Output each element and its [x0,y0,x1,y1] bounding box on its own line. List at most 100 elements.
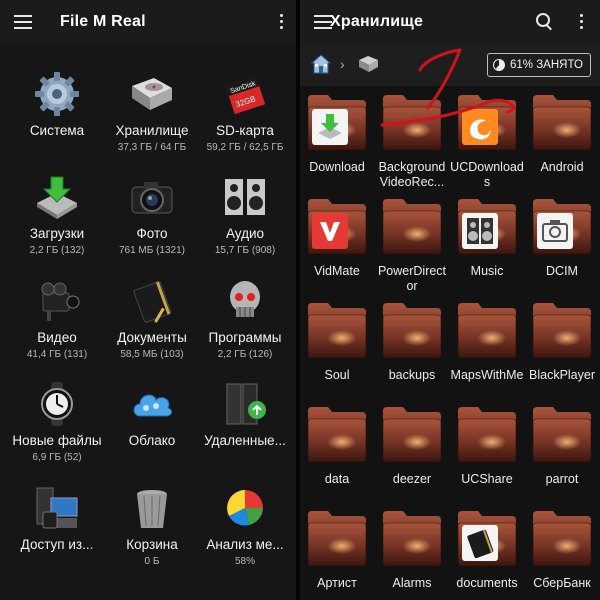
breadcrumb-separator-icon: › [340,56,345,72]
category-7[interactable]: Видео 41,4 ГБ (131) [9,277,105,377]
folder-item[interactable]: deezer [375,405,449,509]
devices-icon [33,484,81,532]
category-name: SD-карта [216,123,274,138]
watch-icon [33,380,81,428]
category-14[interactable]: Корзина 0 Б [104,484,200,584]
folder-label: СберБанк [533,576,591,590]
pie-chart-icon [221,484,269,532]
folder-item[interactable]: UCShare [450,405,524,509]
category-size: 58% [234,556,255,567]
network-icon [221,380,269,428]
folder-item[interactable]: parrot [525,405,599,509]
storage-title: Хранилище [330,13,424,30]
category-name: Система [29,123,85,138]
speakers-icon [221,173,269,221]
folder-item[interactable]: Alarms [375,509,449,600]
folder-item[interactable]: MapsWithMe [450,301,524,405]
category-name: Документы [117,330,187,345]
folder-label: DCIM [546,264,578,278]
robot-skull-icon [221,277,269,325]
category-name: Программы [208,330,282,345]
folder-label: UCShare [461,472,513,486]
category-name: Корзина [126,537,178,552]
documents-overlay-icon [462,525,498,561]
notebook-icon [128,277,176,325]
category-size: 2,2 ГБ (126) [217,349,273,360]
storage-usage-badge[interactable]: 61% ЗАНЯТО [487,53,591,77]
trash-icon [128,484,176,532]
folder-item[interactable]: VidMate [300,197,374,301]
folder-item[interactable]: СберБанк [525,509,599,600]
folder-label: deezer [392,472,432,486]
folder-label: backups [388,368,436,382]
usage-label: 61% ЗАНЯТО [510,59,583,71]
usage-pie-icon [493,59,505,71]
category-name: Доступ из... [20,537,94,552]
category-10[interactable]: Новые файлы 6,9 ГБ (52) [9,380,105,480]
folder-label: documents [456,576,518,590]
folder-label: Background VideoRec... [378,160,446,189]
menu-icon[interactable] [14,15,32,29]
right-panel: Хранилище › 61% ЗАНЯТО Download Backgroun… [300,0,600,600]
folder-label: PowerDirector [377,264,447,293]
more-options-icon[interactable] [580,14,584,30]
left-panel: File M Real Система Хранилище 37,3 ГБ / 64… [0,0,296,600]
uc-browser-overlay-icon [462,109,498,145]
category-name: Хранилище [115,123,189,138]
folder-label: VidMate [314,264,360,278]
folder-item[interactable]: backups [375,301,449,405]
folder-label: data [324,472,350,486]
folder-item[interactable]: PowerDirector [375,197,449,301]
right-toolbar: Хранилище [300,0,600,44]
music-speakers-overlay-icon [462,213,498,249]
folder-label: UCDownloads [450,160,524,189]
category-size: 0 Б [144,556,160,567]
category-size: 59,2 ГБ / 62,5 ГБ [206,142,284,153]
home-icon[interactable] [310,53,332,75]
folder-label: parrot [545,472,579,486]
category-name: Новые файлы [12,433,102,448]
category-name: Видео [37,330,77,345]
video-camera-icon [33,277,81,325]
folder-item[interactable]: Артист [300,509,374,600]
category-11[interactable]: Облако [104,380,200,480]
category-15[interactable]: Анализ ме... 58% [197,484,293,584]
category-5[interactable]: Фото 761 МБ (1321) [104,173,200,273]
category-name: Аудио [225,226,265,241]
category-size: 761 МБ (1321) [118,245,186,256]
hard-drive-icon [128,70,176,118]
left-toolbar: File M Real [0,0,296,44]
folder-item[interactable]: DCIM [525,197,599,301]
category-size: 6,9 ГБ (52) [32,452,82,463]
category-12[interactable]: Удаленные... [197,380,293,480]
folder-label: Android [540,160,584,174]
folder-item[interactable]: Download [300,93,374,197]
folder-label: Alarms [392,576,432,590]
folder-item[interactable]: Android [525,93,599,197]
folder-item[interactable]: Soul [300,301,374,405]
category-name: Загрузки [29,226,85,241]
folder-label: BlackPlayer [529,368,595,382]
category-name: Удаленные... [204,433,286,448]
more-options-icon[interactable] [280,14,284,30]
category-2[interactable]: Хранилище 37,3 ГБ / 64 ГБ [104,70,200,170]
folder-item[interactable]: Music [450,197,524,301]
category-9[interactable]: Программы 2,2 ГБ (126) [197,277,293,377]
vidmate-overlay-icon [312,213,348,249]
category-size: 2,2 ГБ (132) [29,245,85,256]
category-1[interactable]: Система [9,70,105,170]
category-8[interactable]: Документы 58,5 МБ (103) [104,277,200,377]
category-6[interactable]: Аудио 15,7 ГБ (908) [197,173,293,273]
search-icon[interactable] [536,13,554,31]
category-4[interactable]: Загрузки 2,2 ГБ (132) [9,173,105,273]
folder-item[interactable]: BlackPlayer [525,301,599,405]
drive-icon[interactable] [356,54,380,74]
download-overlay-icon [312,109,348,145]
category-name: Фото [136,226,168,241]
folder-item[interactable]: documents [450,509,524,600]
folder-item[interactable]: data [300,405,374,509]
folder-item[interactable]: UCDownloads [450,93,524,197]
category-13[interactable]: Доступ из... [9,484,105,584]
folder-item[interactable]: Background VideoRec... [375,93,449,197]
category-3[interactable]: SanDisk 32GB SD-карта 59,2 ГБ / 62,5 ГБ [197,70,293,170]
